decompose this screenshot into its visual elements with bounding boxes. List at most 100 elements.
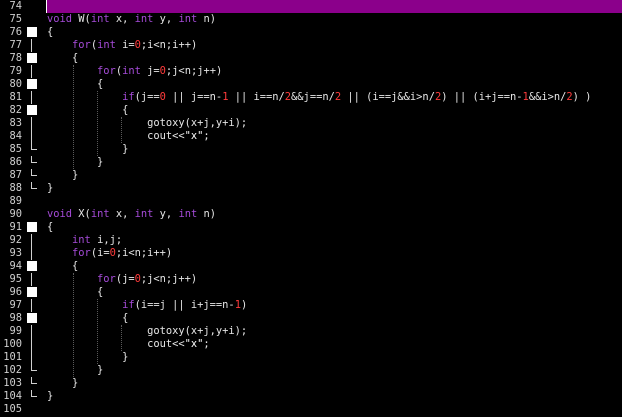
fold-end-marker	[31, 182, 37, 189]
text-caret	[46, 0, 47, 13]
code-token: }	[47, 143, 129, 155]
code-line[interactable]: {	[47, 104, 128, 117]
code-token: gotoxy(x+j,y+i);	[47, 325, 248, 337]
code-area[interactable]: void W(int x, int y, int n){ for(int i=0…	[40, 0, 622, 417]
code-line[interactable]: gotoxy(x+j,y+i);	[47, 117, 247, 130]
code-line[interactable]: }	[47, 156, 103, 169]
string-token: "x"	[184, 338, 204, 350]
code-line[interactable]: {	[47, 286, 103, 299]
code-token: W(	[72, 13, 91, 25]
code-line[interactable]: }	[47, 143, 128, 156]
code-token: {	[47, 78, 104, 90]
keyword-token: int	[72, 234, 91, 246]
fold-toggle-icon[interactable]	[27, 313, 37, 323]
code-token: (j==	[134, 91, 160, 103]
code-line[interactable]: cout<<"x";	[47, 130, 210, 143]
code-line[interactable]: }	[47, 364, 103, 377]
line-number: 99	[9, 325, 22, 337]
line-number: 81	[9, 91, 22, 103]
code-token: ;i<n;i++)	[115, 247, 173, 259]
code-line[interactable]: void W(int x, int y, int n)	[47, 13, 216, 26]
fold-toggle-icon[interactable]	[27, 287, 37, 297]
line-number: 100	[3, 338, 22, 350]
fold-toggle-icon[interactable]	[27, 27, 37, 37]
line-number: 103	[3, 377, 22, 389]
line-number: 83	[9, 117, 22, 129]
code-token: y,	[153, 208, 179, 220]
fold-line	[31, 234, 32, 247]
code-line[interactable]: }	[47, 377, 78, 390]
code-token: cout<<	[47, 130, 185, 142]
keyword-token: for	[97, 273, 116, 285]
code-line[interactable]: }	[47, 169, 78, 182]
keyword-token: int	[90, 13, 110, 25]
code-token: &&i>n/	[528, 91, 567, 103]
code-line[interactable]: {	[47, 26, 53, 39]
code-line[interactable]: for(int i=0;i<n;i++)	[47, 39, 197, 52]
line-number: 78	[9, 52, 22, 64]
code-token: j=	[140, 65, 160, 77]
code-line[interactable]: cout<<"x";	[47, 338, 210, 351]
code-line[interactable]: {	[47, 260, 78, 273]
keyword-token: for	[72, 39, 91, 51]
current-line-highlight	[46, 0, 622, 13]
code-token: X(	[72, 208, 91, 220]
code-line[interactable]: if(i==j || i+j==n-1)	[47, 299, 247, 312]
code-token: || i==n/	[228, 91, 285, 103]
keyword-token: if	[122, 299, 135, 311]
fold-end-marker	[31, 377, 37, 384]
line-number: 93	[9, 247, 22, 259]
fold-toggle-icon[interactable]	[27, 105, 37, 115]
line-number: 90	[9, 208, 22, 220]
code-line[interactable]: }	[47, 182, 53, 195]
keyword-token: void	[47, 208, 73, 220]
line-number: 94	[9, 260, 22, 272]
keyword-token: int	[178, 13, 198, 25]
code-token: i,j;	[90, 234, 123, 246]
code-token: }	[47, 169, 79, 181]
line-number: 101	[3, 351, 22, 363]
code-line[interactable]: {	[47, 312, 128, 325]
fold-toggle-icon[interactable]	[27, 261, 37, 271]
line-number: 105	[3, 403, 22, 415]
keyword-token: void	[47, 13, 73, 25]
line-number: 75	[9, 13, 22, 25]
line-number: 74	[9, 0, 22, 12]
code-line[interactable]: void X(int x, int y, int n)	[47, 208, 216, 221]
code-line[interactable]: for(int j=0;j<n;j++)	[47, 65, 222, 78]
fold-line	[31, 130, 32, 143]
code-token: ) || (i+j==n-	[441, 91, 523, 103]
code-line[interactable]: for(j=0;j<n;j++)	[47, 273, 197, 286]
fold-line	[31, 65, 32, 78]
keyword-token: for	[72, 247, 91, 259]
code-line[interactable]: }	[47, 390, 53, 403]
keyword-token: for	[97, 65, 116, 77]
line-number: 77	[9, 39, 22, 51]
line-number: 80	[9, 78, 22, 90]
line-number: 104	[3, 390, 22, 402]
code-token: }	[47, 182, 54, 194]
line-number: 85	[9, 143, 22, 155]
code-line[interactable]: {	[47, 52, 78, 65]
code-editor[interactable]: 74 75 76 77 78 79 80 81 82 83 84 85 86 87 88 89 90 91 92 93…	[0, 0, 622, 417]
code-line[interactable]: }	[47, 351, 128, 364]
code-line[interactable]: if(j==0 || j==n-1 || i==n/2&&j==n/2 || (…	[47, 91, 591, 104]
fold-toggle-icon[interactable]	[27, 79, 37, 89]
fold-toggle-icon[interactable]	[27, 53, 37, 63]
fold-line	[31, 338, 32, 351]
code-token: }	[47, 377, 79, 389]
code-token: }	[47, 351, 129, 363]
code-line[interactable]: {	[47, 221, 53, 234]
code-line[interactable]: gotoxy(x+j,y+i);	[47, 325, 247, 338]
code-line[interactable]: for(i=0;i<n;i++)	[47, 247, 172, 260]
line-number: 98	[9, 312, 22, 324]
line-number: 97	[9, 299, 22, 311]
fold-toggle-icon[interactable]	[27, 222, 37, 232]
code-line[interactable]: int i,j;	[47, 234, 122, 247]
fold-end-marker	[31, 143, 37, 150]
code-token: x,	[109, 13, 135, 25]
code-line[interactable]: {	[47, 78, 103, 91]
